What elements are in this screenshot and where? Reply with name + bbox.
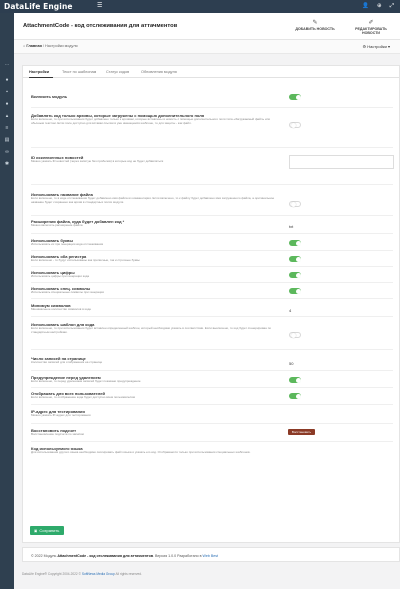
settings-dropdown[interactable]: ⚙ Настройки ▾ [363, 44, 390, 49]
setting-desc: Можно включить расширение файла [31, 223, 83, 227]
sidebar: ⋯ ● ▪ ● ▴ ≡ ▤ ∞ ✱ [0, 13, 14, 589]
settings-dropdown-label: Настройки [367, 43, 387, 49]
user-icon[interactable]: 👤 [362, 3, 369, 10]
add-news-label: ДОБАВИТЬ НОВОСТЬ [295, 27, 335, 31]
code-icon[interactable]: ▤ [4, 137, 10, 143]
min-chars-input[interactable]: 4 [289, 308, 291, 313]
toggle-warn-delete[interactable] [289, 377, 301, 383]
per-page-input[interactable]: 50 [289, 361, 293, 366]
gear-icon[interactable]: ✱ [4, 161, 10, 167]
expand-icon[interactable]: ⤢ [390, 3, 394, 10]
setting-label: Включить модуль [31, 94, 68, 99]
add-news-button[interactable]: ✎ ДОБАВИТЬ НОВОСТЬ [290, 19, 340, 31]
setting-desc: Использовать цифры при генерации кода [31, 274, 90, 278]
save-button[interactable]: ▣ Сохранить [30, 526, 64, 535]
active-tab-indicator [29, 77, 53, 78]
tab-settings[interactable]: Настройки [29, 70, 49, 74]
link-icon[interactable]: ∞ [4, 149, 10, 155]
page-title: AttachmentCode - код отслеживания для ат… [23, 23, 178, 29]
setting-desc: Если включено, то перед удалением записе… [31, 379, 141, 383]
setting-desc: Если включено, то при использовании буде… [31, 326, 272, 334]
file-icon[interactable]: ▪ [4, 89, 10, 95]
save-icon: ▣ [34, 529, 38, 533]
add-news-icon: ✎ [312, 20, 318, 26]
breadcrumb-home[interactable]: Главная [26, 44, 41, 48]
setting-desc: Использовать специальные символы при ген… [31, 290, 104, 294]
edit-news-button[interactable]: ✐ РЕДАКТИРОВАТЬ НОВОСТИ [346, 19, 396, 35]
home-icon: ⌂ [23, 44, 26, 48]
toggle-use-digits[interactable] [289, 272, 301, 278]
recount-button[interactable]: Восстановить [288, 429, 315, 435]
toggle-all-users[interactable] [289, 393, 301, 399]
top-bar: DataLife Engine ☰ 👤 ⊕ ⤢ [0, 0, 400, 13]
setting-desc: Можно указать ID новостей (через запятую… [31, 159, 164, 163]
gear-icon: ⚙ [362, 43, 367, 49]
setting-desc: Можно указать IP-адрес для тестирования [31, 413, 91, 417]
toggle-enable-module[interactable] [289, 94, 301, 100]
copyright-link[interactable]: SoftNews Media Group [82, 572, 115, 576]
settings-card: Настройки Текст по шаблонам Статус кодов… [22, 65, 400, 543]
excluded-news-input[interactable] [289, 155, 394, 169]
setting-desc: Если включено, то при использовании буде… [31, 117, 271, 125]
footer-developer-link[interactable]: Web Best [203, 554, 219, 558]
footer-module-name: AttachmentCode - код отслеживания для ат… [57, 553, 154, 558]
save-button-label: Сохранить [39, 528, 60, 533]
extensions-input[interactable]: txt [289, 224, 293, 229]
toggle-use-template[interactable] [289, 332, 301, 338]
setting-desc: Минимальное количество символов в коде [31, 307, 91, 311]
footer-text: © 2022 Модуль AttachmentCode - код отсле… [31, 553, 219, 558]
toggle-use-filename[interactable] [289, 201, 301, 207]
copyright: DataLife Engine® Copyright 2004-2022 © S… [22, 572, 142, 576]
list-icon[interactable]: ≡ [4, 125, 10, 131]
menu-icon[interactable]: ☰ [97, 3, 104, 10]
toggle-use-letters[interactable] [289, 240, 301, 246]
setting-desc: Если включено, то в коде отслеживания бу… [31, 196, 275, 204]
page-header: AttachmentCode - код отслеживания для ат… [14, 13, 400, 40]
tab-templates[interactable]: Текст по шаблонам [62, 70, 96, 74]
dots-icon[interactable]: ⋯ [4, 62, 10, 68]
globe-icon[interactable]: ● [4, 77, 10, 83]
chevron-down-icon: ▾ [387, 43, 390, 49]
toggle-archives-only[interactable] [289, 122, 301, 128]
tab-code-status[interactable]: Статус кодов [106, 70, 129, 74]
setting-desc: Восстановление подсчета по записям [31, 432, 84, 436]
breadcrumb-bar: ⌂ Главная / Настройки модуля ⚙ Настройки… [14, 40, 400, 54]
toggle-special-chars[interactable] [289, 288, 301, 294]
tab-bar: Настройки Текст по шаблонам Статус кодов… [23, 66, 399, 78]
edit-news-label: РЕДАКТИРОВАТЬ НОВОСТИ [355, 27, 387, 35]
setting-desc: Количество записей для отображения на ст… [31, 360, 103, 364]
toggle-both-cases[interactable] [289, 256, 301, 262]
drop-icon[interactable]: ▴ [4, 113, 10, 119]
setting-desc: Если включено, то отображение кода будет… [31, 395, 135, 399]
globe-icon[interactable]: ⊕ [377, 3, 382, 10]
breadcrumb: ⌂ Главная / Настройки модуля [23, 44, 78, 48]
footer-card: © 2022 Модуль AttachmentCode - код отсле… [22, 547, 400, 562]
user-icon[interactable]: ● [4, 101, 10, 107]
brand-logo[interactable]: DataLife Engine [0, 2, 73, 11]
breadcrumb-current: Настройки модуля [45, 44, 78, 48]
top-icons: 👤 ⊕ ⤢ [362, 3, 394, 10]
tab-updates[interactable]: Обновления модуля [141, 70, 177, 74]
edit-news-icon: ✐ [368, 20, 374, 26]
setting-desc: Использовать их при генерации кода отсле… [31, 242, 104, 246]
setting-desc: Для использования другого языка необходи… [31, 450, 251, 454]
setting-desc: Если включено - то будут использованы ка… [31, 258, 140, 262]
